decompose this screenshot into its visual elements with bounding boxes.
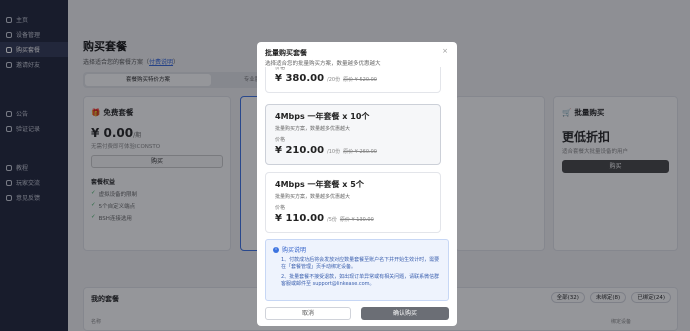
confirm-purchase-button[interactable]: 确认购买 xyxy=(361,307,449,320)
package-original-price: 原价 ¥ 260.00 xyxy=(343,149,377,155)
package-price-row: ¥ 380.00 /20份 原价 ¥ 520.00 xyxy=(275,73,431,84)
package-name: 4Mbps 一年套餐 x 5个 xyxy=(275,180,364,189)
package-original-price: 原价 ¥ 520.00 xyxy=(343,77,377,83)
package-original-price: 原价 ¥ 130.00 xyxy=(339,217,374,223)
close-icon[interactable]: × xyxy=(442,47,448,55)
package-price: ¥ 210.00 xyxy=(275,145,325,156)
package-price: ¥ 110.00 xyxy=(275,213,325,224)
package-price-label: 价格 xyxy=(275,67,286,71)
info-line: 1、付款成功后将会发放对应数量套餐至账户名下并开始生效计时，需要在「套餐管理」页… xyxy=(281,257,440,270)
modal-footer: 取消 确认购买 xyxy=(265,307,449,320)
package-price-label: 价格 xyxy=(275,137,286,143)
cancel-button[interactable]: 取消 xyxy=(265,307,351,320)
bulk-purchase-modal: 批量购买套餐 选择适合您的批量购买方案，数量越多优惠越大 × 价格 ¥ 380.… xyxy=(257,42,457,326)
package-desc: 批量购买方案，数量越多优惠越大 xyxy=(275,194,351,200)
package-option[interactable]: 4Mbps 一年套餐 x 10个 批量购买方案，数量越多优惠越大 价格 ¥ 21… xyxy=(265,104,441,165)
info-title: 购买说明 xyxy=(282,247,307,254)
package-unit: /20份 xyxy=(327,77,341,83)
package-price: ¥ 380.00 xyxy=(275,73,325,84)
modal-title: 批量购买套餐 xyxy=(265,49,307,57)
package-desc: 批量购买方案，数量越多优惠越大 xyxy=(275,126,351,132)
info-heading: i 购买说明 xyxy=(273,245,441,254)
info-icon: i xyxy=(273,246,279,253)
modal-subtitle: 选择适合您的批量购买方案，数量越多优惠越大 xyxy=(265,61,381,67)
package-option[interactable]: 价格 ¥ 380.00 /20份 原价 ¥ 520.00 xyxy=(265,67,441,93)
package-unit: /10份 xyxy=(327,149,341,155)
package-name: 4Mbps 一年套餐 x 10个 xyxy=(275,112,370,121)
package-option[interactable]: 4Mbps 一年套餐 x 5个 批量购买方案，数量越多优惠越大 价格 ¥ 110… xyxy=(265,172,441,233)
package-price-row: ¥ 110.00 /5份 原价 ¥ 130.00 xyxy=(275,213,431,224)
package-price-row: ¥ 210.00 /10份 原价 ¥ 260.00 xyxy=(275,145,431,156)
info-line: 2、批量套餐不接受退款，如出现订单异常或有相关问题，请联系微信群客服或邮件至 s… xyxy=(281,274,440,287)
package-price-label: 价格 xyxy=(275,205,286,211)
package-unit: /5份 xyxy=(327,217,337,223)
purchase-info-box: i 购买说明 1、付款成功后将会发放对应数量套餐至账户名下并开始生效计时，需要在「… xyxy=(265,239,449,301)
